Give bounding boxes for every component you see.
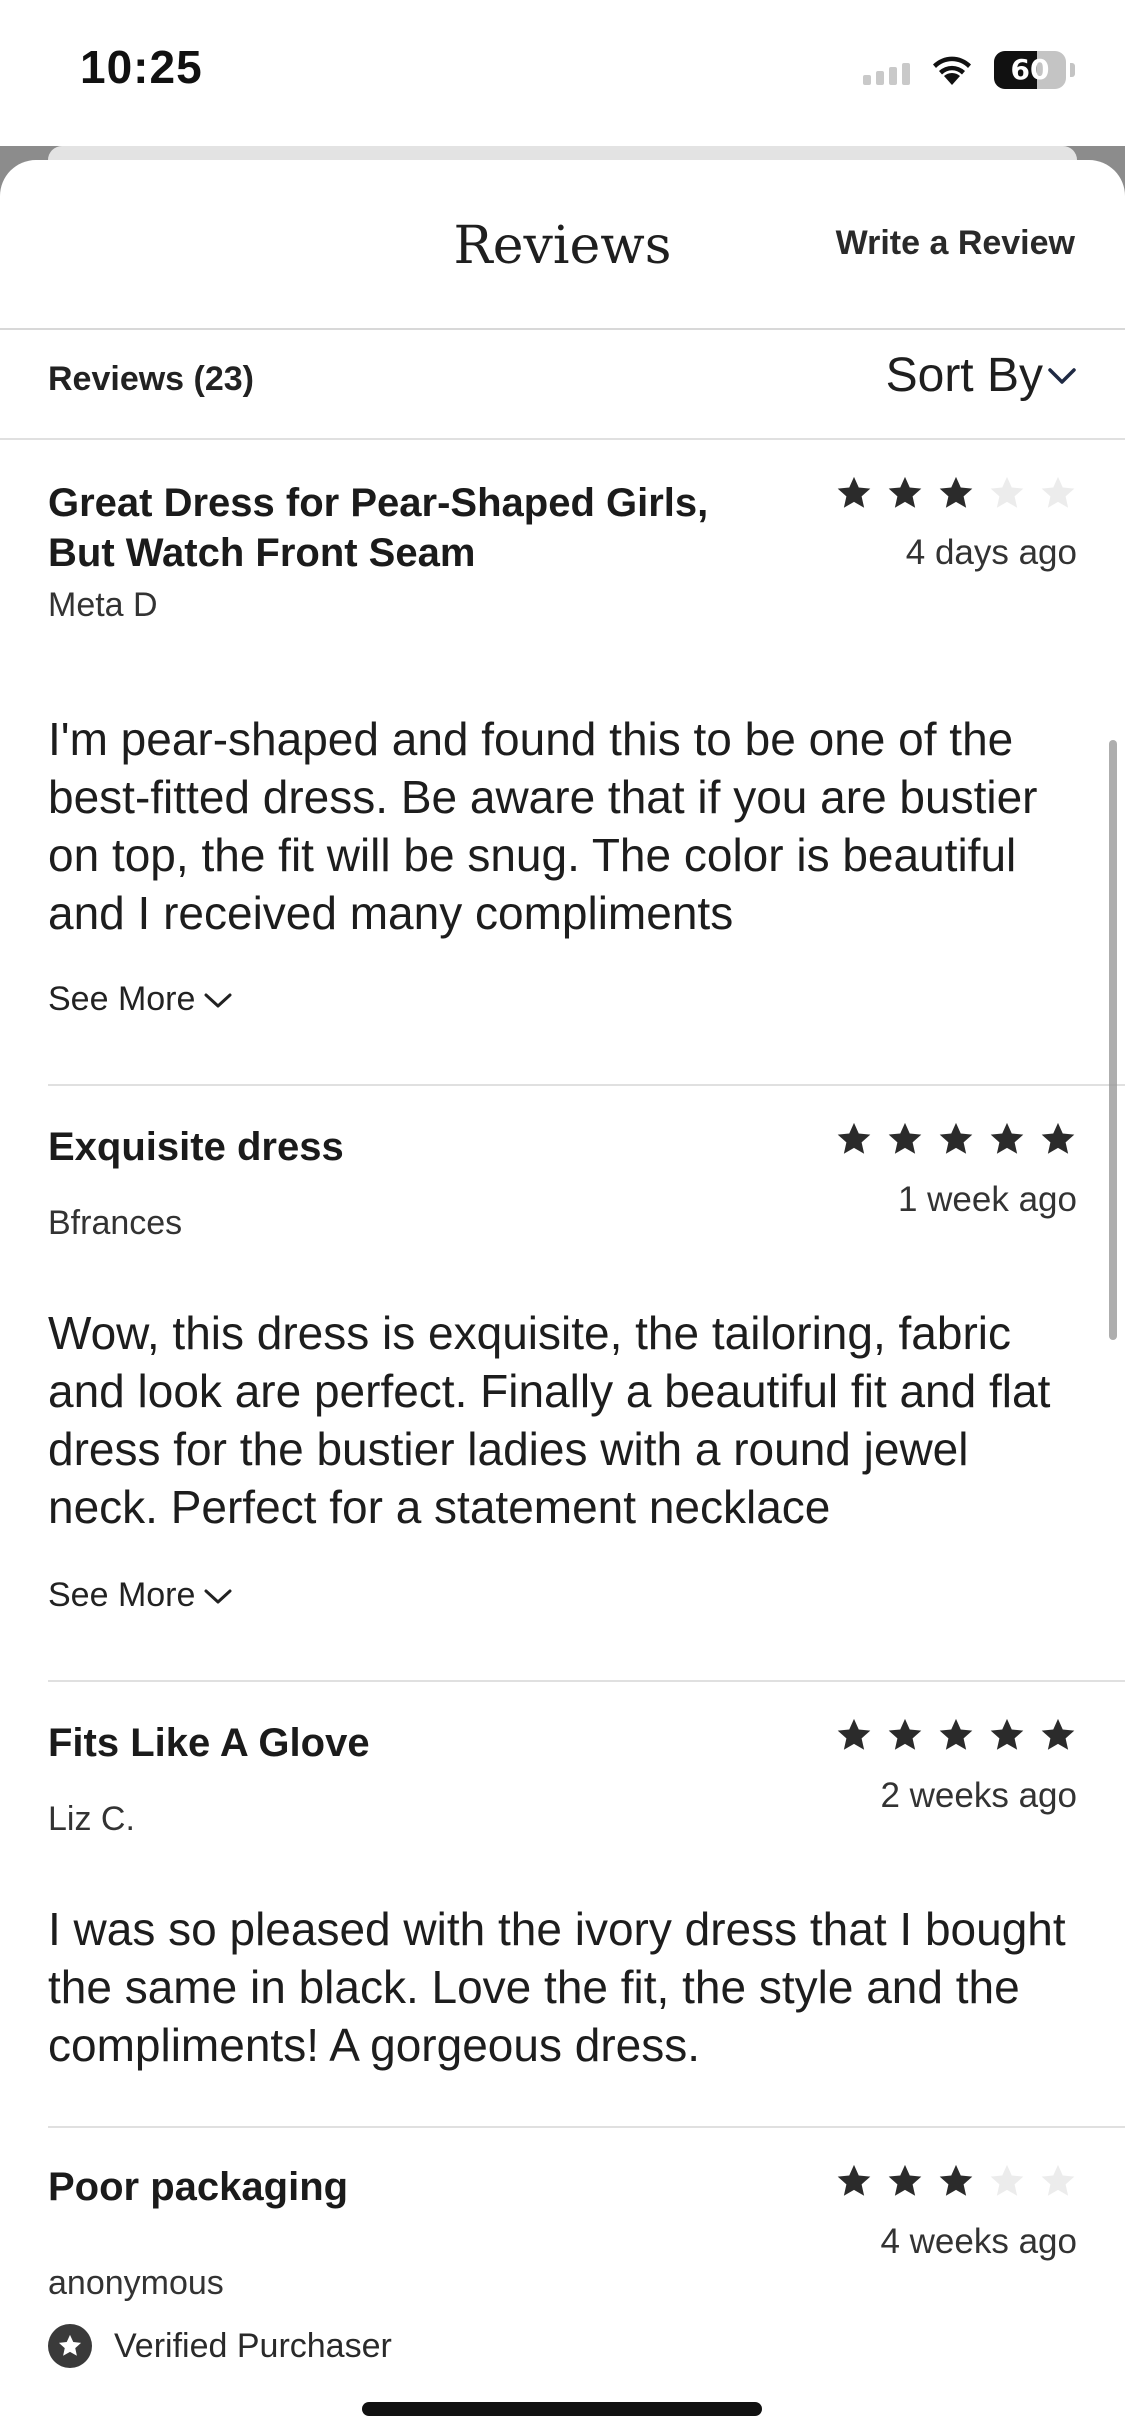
review-author: Meta D: [48, 586, 158, 624]
review-body: I'm pear-shaped and found this to be one…: [48, 713, 1038, 939]
status-time: 10:25: [80, 41, 203, 93]
verified-label: Verified Purchaser: [114, 2326, 392, 2365]
star-filled-icon: [837, 1718, 871, 1750]
review-date: 2 weeks ago: [880, 1776, 1077, 1815]
review-item: Poor packaging 4 weeks ago anonymous Ver…: [48, 2128, 1125, 2436]
review-author: Bfrances: [48, 1204, 183, 1242]
star-rating: [835, 2162, 1077, 2200]
star-empty-icon: [990, 2164, 1024, 2196]
star-rating: [835, 474, 1077, 512]
review-body: Wow, this dress is exquisite, the tailor…: [48, 1307, 1051, 1533]
star-rating: [835, 1716, 1077, 1754]
review-title: Poor packaging: [48, 2165, 349, 2209]
status-icons: 60: [863, 48, 1075, 92]
review-title: Exquisite dress: [48, 1125, 344, 1169]
star-filled-icon: [837, 476, 871, 508]
review-body: Love the dress, but it came smushed up i…: [48, 2428, 1078, 2436]
star-filled-icon: [990, 1718, 1024, 1750]
chevron-down-icon: [204, 1589, 232, 1603]
review-item: Fits Like A Glove 2 weeks ago Liz C. I w…: [48, 1682, 1125, 2128]
chevron-down-icon: [204, 993, 232, 1007]
star-filled-icon: [888, 2164, 922, 2196]
review-body: I was so pleased with the ivory dress th…: [48, 1903, 1066, 2071]
star-filled-icon: [939, 476, 973, 508]
star-filled-icon: [888, 1718, 922, 1750]
home-indicator[interactable]: [362, 2402, 762, 2416]
battery-tip: [1070, 63, 1075, 77]
reviews-toolbar: Reviews (23) Sort By: [0, 330, 1125, 440]
review-item: Exquisite dress 1 week ago Bfrances Wow,…: [48, 1086, 1125, 1682]
scrollbar[interactable]: [1109, 740, 1117, 1340]
star-filled-icon: [1041, 1122, 1075, 1154]
star-filled-icon: [888, 1122, 922, 1154]
battery-icon: 60: [994, 51, 1066, 89]
wifi-icon: [933, 56, 971, 85]
see-more-button[interactable]: See More: [48, 1576, 233, 1615]
verified-star-icon: [48, 2324, 92, 2368]
chevron-down-icon: [1048, 367, 1076, 384]
cellular-signal-icon: [863, 55, 910, 85]
reviews-sheet: Reviews Write a Review Reviews (23) Sort…: [0, 160, 1125, 2436]
review-date: 1 week ago: [897, 1180, 1077, 1219]
write-review-button[interactable]: Write a Review: [836, 224, 1075, 263]
star-filled-icon: [939, 1718, 973, 1750]
review-date: 4 days ago: [905, 533, 1077, 572]
see-more-button[interactable]: See More: [48, 980, 233, 1019]
sort-by-label: Sort By: [885, 349, 1043, 402]
star-filled-icon: [1041, 1718, 1075, 1750]
see-more-label: See More: [48, 980, 196, 1018]
reviews-count: Reviews (23): [48, 360, 254, 398]
review-author: anonymous: [48, 2264, 224, 2302]
star-empty-icon: [1041, 476, 1075, 508]
battery-percent: 60: [1010, 53, 1050, 86]
review-title: Fits Like A Glove: [48, 1721, 370, 1765]
star-filled-icon: [837, 2164, 871, 2196]
review-date: 4 weeks ago: [880, 2222, 1077, 2261]
star-empty-icon: [990, 476, 1024, 508]
star-filled-icon: [888, 476, 922, 508]
verified-purchaser-badge: Verified Purchaser: [48, 2324, 392, 2368]
review-author: Liz C.: [48, 1800, 135, 1838]
sheet-header: Reviews Write a Review: [0, 160, 1125, 330]
star-rating: [835, 1120, 1077, 1158]
star-filled-icon: [990, 1122, 1024, 1154]
review-title: Great Dress for Pear-Shaped Girls, But W…: [48, 481, 709, 575]
see-more-label: See More: [48, 1576, 196, 1614]
review-item: Great Dress for Pear-Shaped Girls, But W…: [48, 440, 1125, 1086]
sort-by-dropdown[interactable]: Sort By: [886, 348, 1077, 403]
status-bar: 10:25 60: [0, 0, 1125, 140]
star-filled-icon: [939, 2164, 973, 2196]
star-empty-icon: [1041, 2164, 1075, 2196]
star-filled-icon: [939, 1122, 973, 1154]
star-filled-icon: [837, 1122, 871, 1154]
